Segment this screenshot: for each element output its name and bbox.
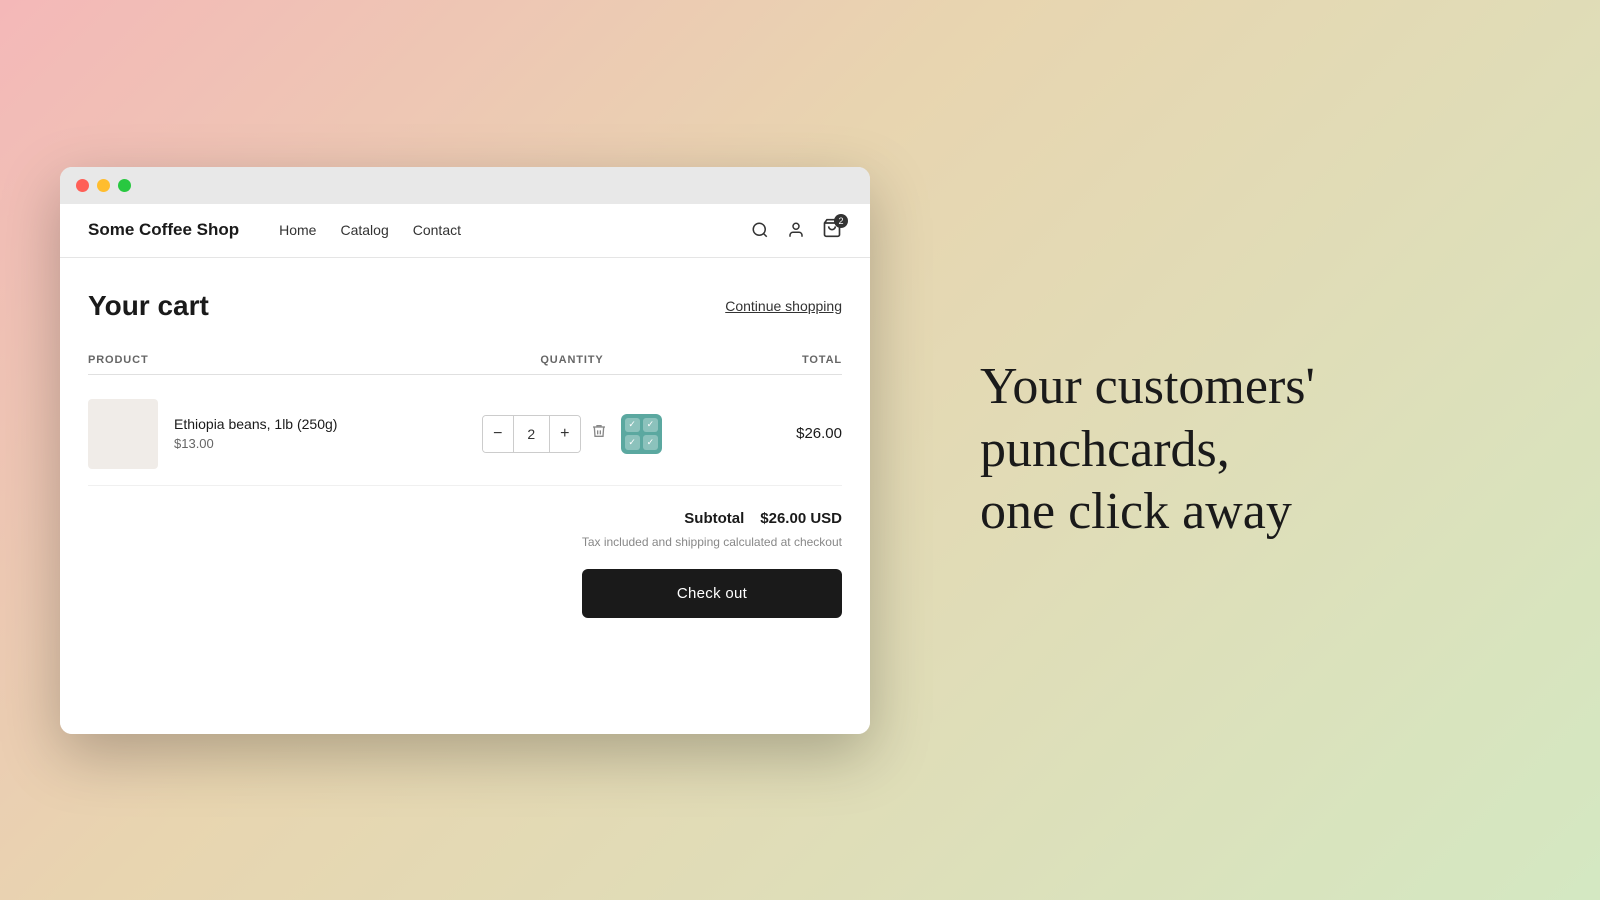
cart-header: Your cart Continue shopping <box>88 290 842 322</box>
nav-links: Home Catalog Contact <box>279 222 750 238</box>
quantity-decrease-button[interactable]: − <box>483 416 513 452</box>
product-info: Ethiopia beans, 1lb (250g) $13.00 <box>88 399 482 469</box>
product-image <box>88 399 158 469</box>
tagline-line3: one click away <box>980 481 1315 543</box>
punchcard-cell-3 <box>625 435 640 450</box>
cart-icon-wrapper[interactable]: 2 <box>822 218 842 243</box>
browser-content: Some Coffee Shop Home Catalog Contact <box>60 204 870 734</box>
minimize-button[interactable] <box>97 179 110 192</box>
checkout-button[interactable]: Check out <box>582 569 842 618</box>
store-nav: Some Coffee Shop Home Catalog Contact <box>60 204 870 258</box>
cart-badge: 2 <box>834 214 848 228</box>
maximize-button[interactable] <box>118 179 131 192</box>
quantity-cell: − 2 + <box>482 414 662 454</box>
store-name: Some Coffee Shop <box>88 220 239 240</box>
cart-page: Your cart Continue shopping PRODUCT QUAN… <box>60 258 870 650</box>
table-row: Ethiopia beans, 1lb (250g) $13.00 − 2 + <box>88 383 842 486</box>
quantity-value: 2 <box>513 416 550 452</box>
product-price: $13.00 <box>174 436 337 451</box>
subtotal-row: Subtotal $26.00 USD <box>684 510 842 527</box>
nav-contact[interactable]: Contact <box>413 222 461 238</box>
nav-icons: 2 <box>750 218 842 243</box>
tagline-line2: punchcards, <box>980 419 1315 481</box>
browser-titlebar <box>60 167 870 204</box>
punchcard-widget[interactable] <box>621 414 662 454</box>
cart-title: Your cart <box>88 290 209 322</box>
subtotal-label: Subtotal <box>684 510 744 527</box>
punchcard-cell-2 <box>643 418 658 433</box>
nav-home[interactable]: Home <box>279 222 316 238</box>
search-icon[interactable] <box>750 220 770 240</box>
nav-catalog[interactable]: Catalog <box>340 222 388 238</box>
tax-note: Tax included and shipping calculated at … <box>582 535 842 549</box>
col-total: TOTAL <box>662 354 842 366</box>
item-total: $26.00 <box>662 425 842 442</box>
delete-item-button[interactable] <box>591 423 607 444</box>
tagline-line1: Your customers' <box>980 356 1315 418</box>
right-panel: Your customers' punchcards, one click aw… <box>930 316 1600 583</box>
quantity-increase-button[interactable]: + <box>550 416 580 452</box>
tagline: Your customers' punchcards, one click aw… <box>980 356 1315 543</box>
punchcard-cell-4 <box>643 435 658 450</box>
product-details: Ethiopia beans, 1lb (250g) $13.00 <box>174 416 337 451</box>
close-button[interactable] <box>76 179 89 192</box>
product-name: Ethiopia beans, 1lb (250g) <box>174 416 337 432</box>
browser-window: Some Coffee Shop Home Catalog Contact <box>60 167 870 734</box>
cart-summary: Subtotal $26.00 USD Tax included and shi… <box>88 510 842 618</box>
cart-table-header: PRODUCT QUANTITY TOTAL <box>88 346 842 375</box>
quantity-control: − 2 + <box>482 415 581 453</box>
account-icon[interactable] <box>786 220 806 240</box>
continue-shopping-link[interactable]: Continue shopping <box>725 298 842 314</box>
subtotal-value: $26.00 USD <box>760 510 842 527</box>
col-product: PRODUCT <box>88 354 482 366</box>
punchcard-cell-1 <box>625 418 640 433</box>
left-panel: Some Coffee Shop Home Catalog Contact <box>0 0 930 900</box>
col-quantity: QUANTITY <box>482 354 662 366</box>
